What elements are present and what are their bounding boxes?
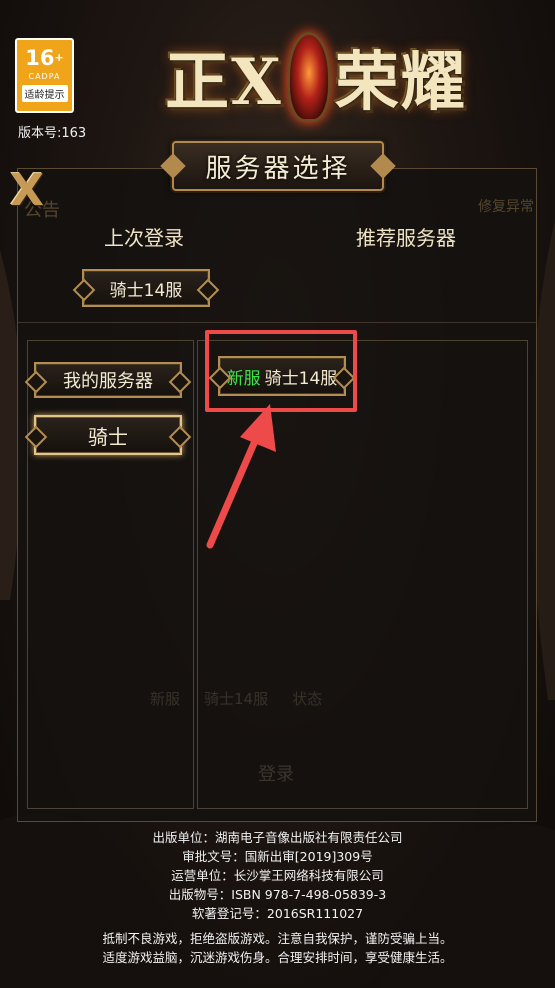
- age-rating-number: 16+: [25, 46, 64, 70]
- faint-background-row: 新服 骑士14服 状态: [150, 690, 323, 708]
- new-server-tag: 新服: [226, 368, 261, 389]
- logo-text-left: 正X: [165, 45, 283, 120]
- logo-gem-icon: [286, 32, 331, 122]
- category-my-servers[interactable]: 我的服务器: [34, 362, 182, 398]
- footer-approval: 审批文号：国新出审[2019]309号: [182, 849, 373, 864]
- close-button[interactable]: X: [6, 169, 48, 213]
- logo-text-right: 荣耀: [334, 45, 467, 120]
- category-list: [27, 340, 194, 809]
- faint-background-login: 登录: [258, 764, 294, 785]
- recommended-heading: 推荐服务器: [356, 226, 456, 250]
- dialog-title-plate: 服务器选择: [172, 141, 384, 191]
- age-rating-org: CADPA: [28, 72, 61, 81]
- last-login-heading: 上次登录: [104, 226, 184, 250]
- footer-operator: 运营单位：长沙掌王网络科技有限公司: [171, 868, 384, 883]
- dialog-title: 服务器选择: [205, 153, 351, 184]
- footer-isbn: 出版物号：ISBN 978-7-498-05839-3: [168, 887, 387, 902]
- server-item-knight-14[interactable]: 新服 骑士14服: [218, 356, 346, 396]
- footer-info: 出版单位：湖南电子音像出版社有限责任公司 审批文号：国新出审[2019]309号…: [0, 828, 555, 967]
- ghost-fix-label: 修复异常: [478, 199, 534, 215]
- footer-health-notice-2: 适度游戏益脑，沉迷游戏伤身。合理安排时间，享受健康生活。: [102, 950, 453, 965]
- server-name: 骑士14服: [264, 368, 338, 389]
- server-list: [197, 340, 528, 809]
- game-logo: 正X 荣耀: [96, 22, 536, 132]
- footer-publisher: 出版单位：湖南电子音像出版社有限责任公司: [152, 830, 403, 845]
- section-divider: [18, 322, 536, 323]
- age-rating-tip: 适龄提示: [21, 85, 68, 102]
- footer-copyright: 软著登记号：2016SR111027: [191, 906, 364, 921]
- age-rating-badge[interactable]: 16+ CADPA 适龄提示: [15, 38, 74, 113]
- footer-health-notice-1: 抵制不良游戏，拒绝盗版游戏。注意自我保护，谨防受骗上当。: [102, 931, 453, 946]
- last-login-server-button[interactable]: 骑士14服: [82, 269, 210, 307]
- version-label: 版本号:163: [18, 126, 87, 141]
- category-knight[interactable]: 骑士: [34, 415, 182, 455]
